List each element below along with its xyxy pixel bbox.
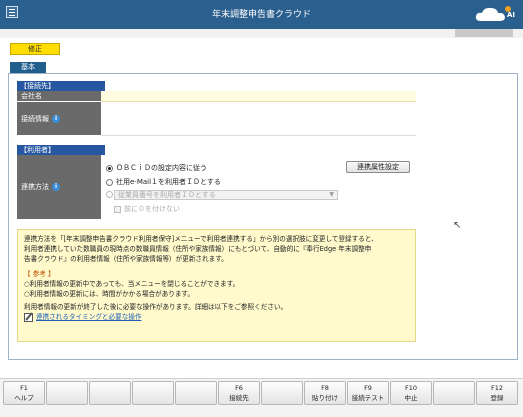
radio-icon[interactable] xyxy=(106,178,113,186)
function-key-bar: F1 ヘルプ F6 接続先 F8 貼り付け F9 接続テスト F10 中止 F12 登録 xyxy=(0,378,523,417)
radio-selected-icon[interactable] xyxy=(106,164,113,172)
company-label: 会社名 xyxy=(17,91,101,102)
assoc-settings-button[interactable]: 連携属性設定 xyxy=(346,161,410,173)
fkey-f8-button[interactable]: F8 貼り付け xyxy=(304,381,346,405)
fkey-action-label: 中止 xyxy=(404,394,418,402)
note-footer: 利用者情報の更新が終了した後に必要な操作があります。詳細は以下をご参照ください。 xyxy=(24,303,288,311)
fkey-f1-button[interactable]: F1 ヘルプ xyxy=(3,381,45,405)
radio-option-email[interactable]: 社用e-Mail１を利用者ＩＤとする xyxy=(106,177,221,187)
fkey-action-label: ヘルプ xyxy=(14,394,34,402)
section-connection-header: 【接続先】 xyxy=(17,81,105,91)
fkey-empty-button xyxy=(261,381,303,405)
radio-option-employee-no xyxy=(106,191,113,198)
method-label: 連携方法 i xyxy=(17,155,101,220)
fkey-action-label: 登録 xyxy=(490,394,504,402)
note-line: 告書クラウド』の利用者情報（住所や家族情報等）が更新されます。 xyxy=(24,255,228,263)
fkey-empty-button xyxy=(46,381,88,405)
fkey-action-label: 貼り付け xyxy=(312,394,338,402)
fkey-key-label: F10 xyxy=(404,384,417,392)
fkey-empty-button xyxy=(132,381,174,405)
tab-basic[interactable]: 基本 xyxy=(10,62,46,73)
note-line: 利用者連携していた数職員の現時点の数職員情報（住所や家族情報）にもとづいて、自動… xyxy=(24,245,372,253)
fkey-empty-button xyxy=(89,381,131,405)
fkey-f6-button[interactable]: F6 接続先 xyxy=(218,381,260,405)
fkey-f10-button[interactable]: F10 中止 xyxy=(390,381,432,405)
user-info-blurred xyxy=(455,29,513,37)
fkey-key-label: F9 xyxy=(364,384,372,392)
chevron-down-icon: ▼ xyxy=(329,191,334,198)
radio-option-obcid[interactable]: ＯＢＣｉＤの設定内容に従う xyxy=(106,163,207,173)
section-user-header: 【利用者】 xyxy=(17,145,105,155)
window-title: 年末調整申告書クラウド xyxy=(211,10,311,20)
fkey-action-label: 接続テスト xyxy=(351,394,385,402)
checkbox-icon xyxy=(114,205,121,213)
logo-text: AI xyxy=(506,11,515,19)
fkey-empty-button xyxy=(433,381,475,405)
zero-prefix-checkbox: 前に０を付けない xyxy=(114,204,180,214)
fkey-key-label: F8 xyxy=(321,384,329,392)
company-field[interactable] xyxy=(101,91,416,102)
edit-icon xyxy=(24,312,33,322)
mouse-cursor-icon: ↖ xyxy=(453,220,462,231)
note-ref-line: ○利用者情報の更新中であっても、当メニューを閉じることができます。 xyxy=(24,280,240,288)
info-icon[interactable]: i xyxy=(52,114,60,123)
fkey-key-label: F6 xyxy=(235,384,243,392)
fkey-key-label: F1 xyxy=(20,384,28,392)
sub-bar xyxy=(0,29,523,38)
fkey-f12-button[interactable]: F12 登録 xyxy=(476,381,518,405)
radio-disabled-icon xyxy=(106,191,113,198)
fkey-action-label: 接続先 xyxy=(229,394,249,402)
info-note: 連携方法を「[年末調整申告書クラウド利用者保守]メニューで利用者連携する」から別… xyxy=(17,229,416,342)
note-line: 連携方法を「[年末調整申告書クラウド利用者保守]メニューで利用者連携する」から別… xyxy=(24,235,378,243)
connection-info-field xyxy=(101,102,416,136)
mode-badge: 修正 xyxy=(10,43,60,55)
info-icon[interactable]: i xyxy=(52,183,60,191)
note-ref-line: ○利用者情報の更新には、時間がかかる場合があります。 xyxy=(24,290,194,298)
fkey-f9-button[interactable]: F9 接続テスト xyxy=(347,381,389,405)
connection-info-label: 接続情報 i xyxy=(17,102,101,136)
note-ref-heading: 【 参考 】 xyxy=(24,270,55,278)
title-bar: 年末調整申告書クラウド AI xyxy=(0,0,523,29)
fkey-empty-button xyxy=(175,381,217,405)
employee-no-select: 従業員番号を利用者ＩＤとする ▼ xyxy=(114,190,338,200)
fkey-key-label: F12 xyxy=(490,384,503,392)
timing-link[interactable]: 連携されるタイミングと必要な操作 xyxy=(36,312,142,322)
